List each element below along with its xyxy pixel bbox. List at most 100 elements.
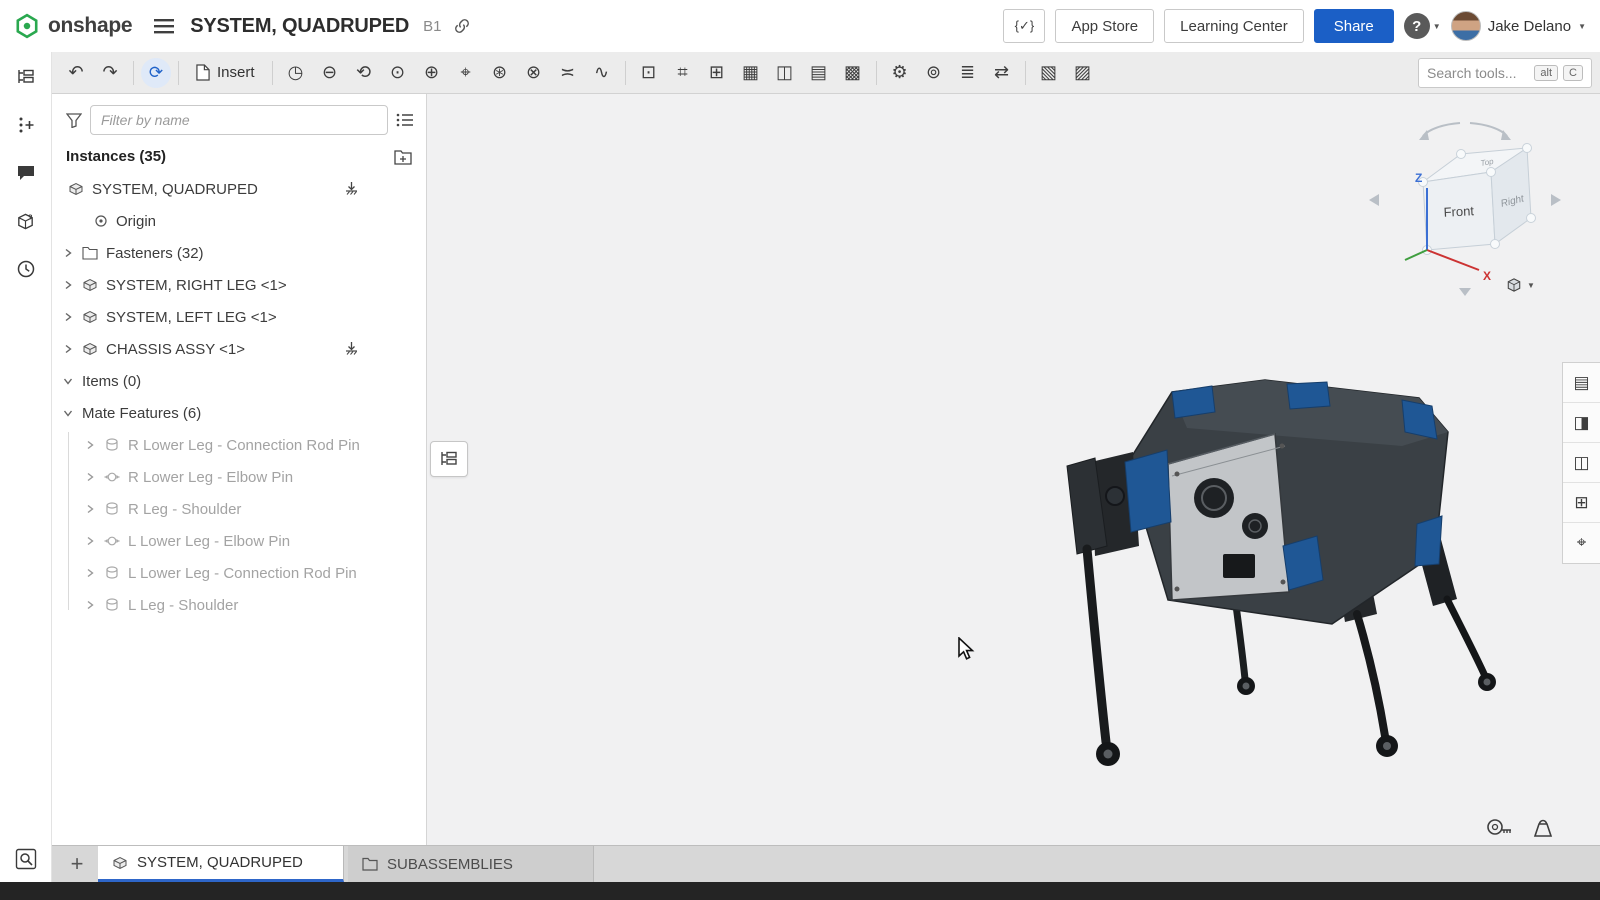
- avatar[interactable]: [1451, 11, 1481, 41]
- tree-section-items[interactable]: Items (0): [52, 365, 426, 397]
- cylindrical-mate-icon: [104, 501, 120, 517]
- view-mode-dropdown[interactable]: ▼: [1505, 276, 1535, 294]
- tree-item-mate[interactable]: R Lower Leg - Connection Rod Pin: [52, 429, 426, 461]
- toolbar-separator: [133, 61, 134, 85]
- pin-slot-mate-icon[interactable]: ⊗: [518, 57, 550, 89]
- chevron-right-icon[interactable]: [62, 312, 74, 322]
- viewcube-front-label[interactable]: Front: [1443, 203, 1474, 220]
- add-tab-button[interactable]: +: [62, 846, 92, 882]
- slider-mate-icon[interactable]: ⊙: [382, 57, 414, 89]
- filter-funnel-icon[interactable]: [66, 113, 82, 128]
- replicate-icon[interactable]: ⊞: [701, 57, 733, 89]
- help-menu[interactable]: ? ▼: [1404, 13, 1441, 39]
- chevron-right-icon[interactable]: [62, 280, 74, 290]
- tab-system-quadruped[interactable]: SYSTEM, QUADRUPED: [98, 846, 344, 882]
- display-states-panel-icon[interactable]: ◫: [1563, 443, 1600, 483]
- tree-item-fasteners[interactable]: Fasteners (32): [52, 237, 426, 269]
- named-positions-icon[interactable]: ⇄: [986, 57, 1018, 89]
- tree-item-mate[interactable]: R Lower Leg - Elbow Pin: [52, 461, 426, 493]
- chevron-right-icon[interactable]: [84, 440, 96, 450]
- list-options-icon[interactable]: [396, 113, 414, 127]
- tree-item-right-leg[interactable]: SYSTEM, RIGHT LEG <1>: [52, 269, 426, 301]
- search-tools-input[interactable]: Search tools... alt C: [1418, 58, 1592, 88]
- chevron-down-icon[interactable]: [62, 408, 74, 418]
- hierarchy-icon: [439, 450, 459, 468]
- drawing-icon[interactable]: ▧: [1033, 57, 1065, 89]
- pattern-icon[interactable]: ▦: [735, 57, 767, 89]
- featurescript-icon[interactable]: {✓}: [1003, 9, 1045, 43]
- tab-subassemblies[interactable]: SUBASSEMBLIES: [348, 846, 594, 882]
- help-icon[interactable]: ?: [1404, 13, 1430, 39]
- tree-item-mate[interactable]: L Leg - Shoulder: [52, 589, 426, 621]
- chevron-down-icon[interactable]: [62, 376, 74, 386]
- fastened-mate-icon[interactable]: ⊖: [314, 57, 346, 89]
- mate-connector-icon[interactable]: ⌗: [667, 57, 699, 89]
- app-store-button[interactable]: App Store: [1055, 9, 1154, 43]
- insert-button[interactable]: Insert: [186, 57, 265, 89]
- filter-input[interactable]: [90, 105, 388, 135]
- clock-icon[interactable]: ◷: [280, 57, 312, 89]
- chevron-right-icon[interactable]: [84, 536, 96, 546]
- add-folder-icon[interactable]: [394, 149, 412, 165]
- tree-item-mate[interactable]: L Lower Leg - Connection Rod Pin: [52, 557, 426, 589]
- bom-icon[interactable]: ▩: [837, 57, 869, 89]
- tree-section-mate-features[interactable]: Mate Features (6): [52, 397, 426, 429]
- share-button[interactable]: Share: [1314, 9, 1394, 43]
- link-icon[interactable]: [453, 17, 471, 35]
- frame-icon[interactable]: ▨: [1067, 57, 1099, 89]
- 3d-viewport[interactable]: Top Front Right Z X ▼: [427, 94, 1600, 845]
- undo-icon[interactable]: ↶: [60, 57, 92, 89]
- chevron-down-icon: ▼: [1433, 22, 1441, 31]
- tangent-mate-icon[interactable]: ∿: [586, 57, 618, 89]
- interference-icon[interactable]: ⊚: [918, 57, 950, 89]
- appearance-panel-icon[interactable]: ◨: [1563, 403, 1600, 443]
- cylindrical-mate-icon: [104, 597, 120, 613]
- viewport-tools: [1485, 813, 1557, 841]
- instances-panel-icon[interactable]: [13, 64, 39, 90]
- version-label[interactable]: B1: [423, 18, 441, 35]
- chevron-right-icon[interactable]: [62, 248, 74, 258]
- exploded-view-icon[interactable]: ▤: [803, 57, 835, 89]
- revolute-mate-icon[interactable]: ⟲: [348, 57, 380, 89]
- chevron-right-icon[interactable]: [62, 344, 74, 354]
- learning-center-button[interactable]: Learning Center: [1164, 9, 1304, 43]
- configurations-icon[interactable]: ⚙: [884, 57, 916, 89]
- bom-panel-icon[interactable]: ⊞: [1563, 483, 1600, 523]
- group-icon[interactable]: ⊡: [633, 57, 665, 89]
- onshape-logo[interactable]: onshape: [14, 13, 132, 39]
- chevron-right-icon[interactable]: [84, 504, 96, 514]
- sync-icon[interactable]: ⟳: [141, 58, 171, 88]
- tree-item-left-leg[interactable]: SYSTEM, LEFT LEG <1>: [52, 301, 426, 333]
- cylindrical-mate-icon[interactable]: ⌖: [450, 57, 482, 89]
- display-states-icon[interactable]: ≣: [952, 57, 984, 89]
- tree-item-mate[interactable]: L Lower Leg - Elbow Pin: [52, 525, 426, 557]
- collapse-panel-handle[interactable]: [430, 441, 468, 477]
- view-cube[interactable]: Top Front Right Z X: [1365, 110, 1565, 298]
- filter-row: [52, 94, 426, 144]
- named-positions-panel-icon[interactable]: ⌖: [1563, 523, 1600, 563]
- ball-mate-icon[interactable]: ⊛: [484, 57, 516, 89]
- tree-item-root-assembly[interactable]: SYSTEM, QUADRUPED: [52, 173, 426, 205]
- redo-icon[interactable]: ↷: [94, 57, 126, 89]
- user-menu[interactable]: Jake Delano ▼: [1451, 11, 1586, 41]
- configurations-panel-icon[interactable]: [13, 112, 39, 138]
- chevron-right-icon[interactable]: [84, 600, 96, 610]
- mass-properties-icon[interactable]: [1529, 813, 1557, 841]
- parts-list-panel-icon[interactable]: ▤: [1563, 363, 1600, 403]
- snapshot-icon[interactable]: ◫: [769, 57, 801, 89]
- tree-item-origin[interactable]: Origin: [52, 205, 426, 237]
- measure-icon[interactable]: [1485, 813, 1513, 841]
- hamburger-menu-icon[interactable]: [154, 18, 174, 34]
- chevron-right-icon[interactable]: [84, 568, 96, 578]
- help-cube-icon[interactable]: ?: [13, 208, 39, 234]
- comments-panel-icon[interactable]: [13, 160, 39, 186]
- planar-mate-icon[interactable]: ⊕: [416, 57, 448, 89]
- history-panel-icon[interactable]: [13, 256, 39, 282]
- instances-tree-panel: Instances (35) SYSTEM, QUADRUPED Origin: [52, 94, 427, 845]
- toolbar-separator: [625, 61, 626, 85]
- search-panel-icon[interactable]: [13, 846, 39, 872]
- chevron-right-icon[interactable]: [84, 472, 96, 482]
- tree-item-mate[interactable]: R Leg - Shoulder: [52, 493, 426, 525]
- tree-item-chassis[interactable]: CHASSIS ASSY <1>: [52, 333, 426, 365]
- parallel-mate-icon[interactable]: ≍: [552, 57, 584, 89]
